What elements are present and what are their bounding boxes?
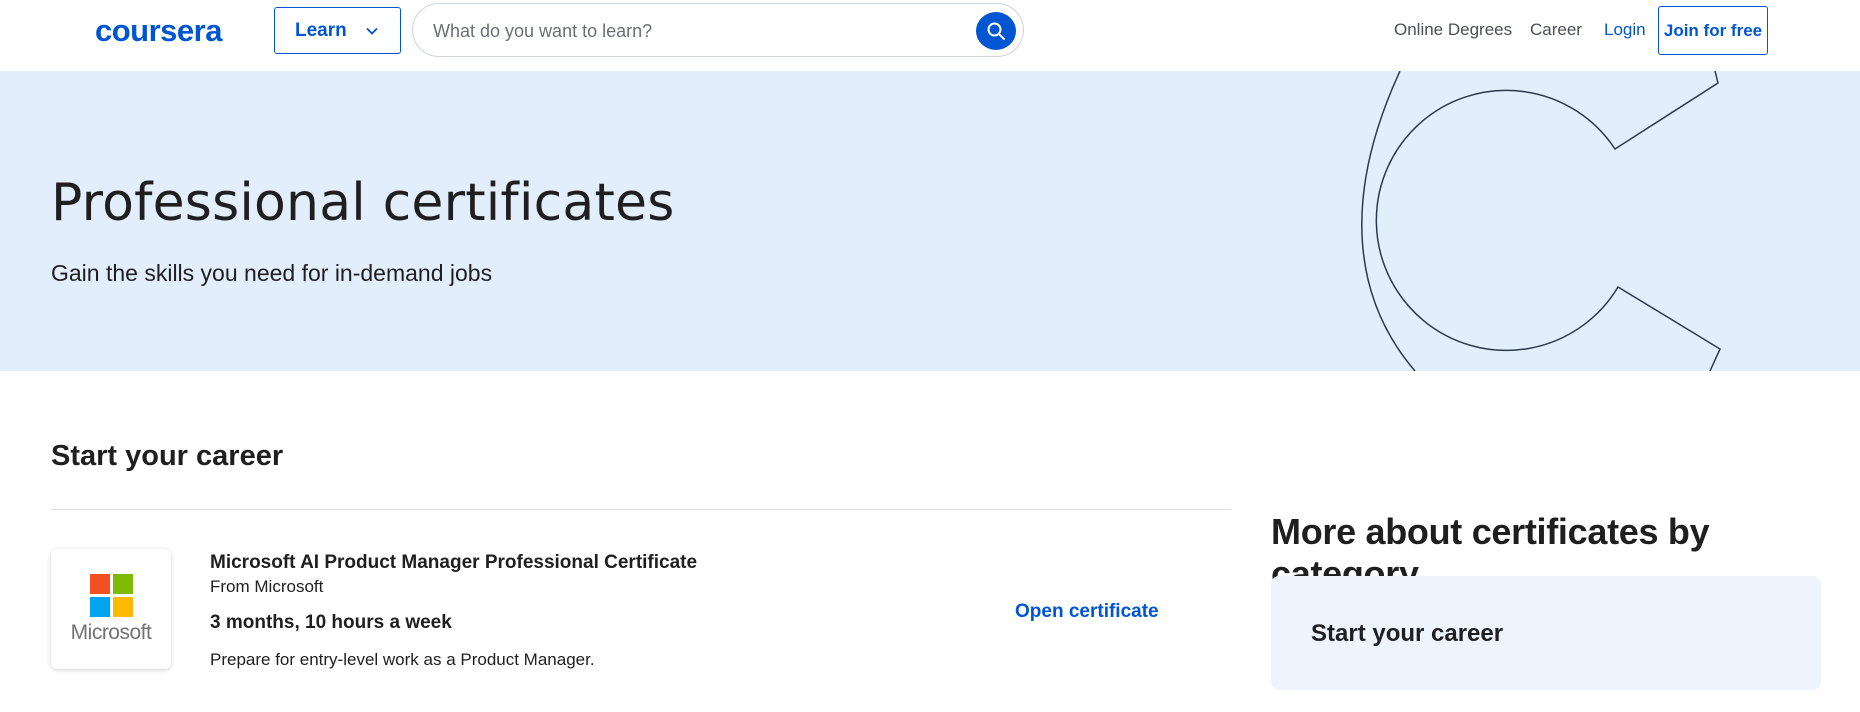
certificate-provider: From Microsoft [210, 577, 324, 596]
career-link[interactable]: Career [1530, 20, 1582, 40]
learn-dropdown-button[interactable]: Learn [274, 7, 401, 54]
top-navigation-bar: coursera Learn Online Degrees Career Log… [0, 0, 1860, 71]
section-title: Start your career [51, 440, 284, 472]
coursera-logo[interactable]: coursera [95, 13, 222, 49]
online-degrees-link[interactable]: Online Degrees [1394, 20, 1512, 40]
page-subtitle: Gain the skills you need for in-demand j… [51, 260, 493, 286]
logo-text: Microsoft [70, 620, 152, 644]
category-card-start-career[interactable]: Start your career [1271, 576, 1821, 690]
divider [51, 509, 1231, 510]
search-bar [412, 3, 1024, 57]
microsoft-windows-icon [89, 573, 133, 617]
microsoft-logo: Microsoft [51, 549, 171, 669]
login-link[interactable]: Login [1604, 20, 1646, 40]
open-certificate-link[interactable]: Open certificate [1015, 601, 1159, 623]
search-icon [987, 22, 1005, 40]
search-button[interactable] [976, 12, 1016, 50]
category-card-label: Start your career [1311, 620, 1504, 647]
hero-banner: Professional certificates Gain the skill… [0, 71, 1860, 371]
learn-label: Learn [295, 19, 347, 41]
coursera-c-outline-graphic [1361, 71, 1721, 371]
chevron-down-icon [366, 27, 378, 35]
certificate-duration: 3 months, 10 hours a week [210, 612, 452, 633]
page-title: Professional certificates [51, 173, 675, 233]
search-input[interactable] [433, 18, 953, 44]
certificate-description: Prepare for entry-level work as a Produc… [210, 650, 595, 669]
join-for-free-button[interactable]: Join for free [1658, 6, 1768, 55]
certificate-title[interactable]: Microsoft AI Product Manager Professiona… [210, 552, 697, 574]
